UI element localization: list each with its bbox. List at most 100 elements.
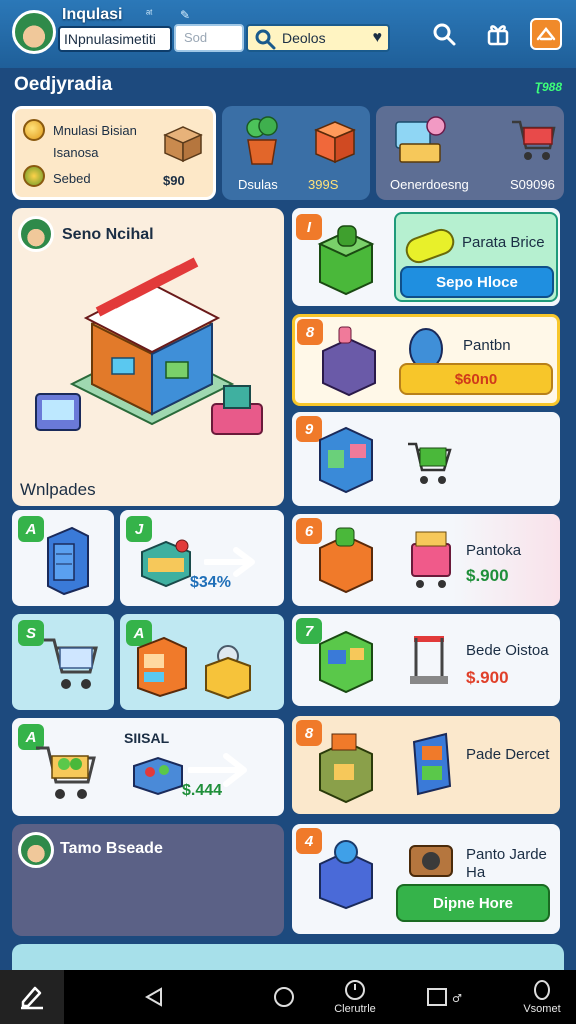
- oval-icon: [534, 980, 550, 1000]
- category-card-plants[interactable]: Dsulas 399S: [222, 106, 370, 200]
- shop-item[interactable]: 6 Pantoka $.900: [292, 514, 560, 606]
- summary-title: Mnulasi Bisian: [53, 123, 137, 138]
- cart-icon: [512, 120, 556, 160]
- category-value: S09096: [510, 177, 555, 192]
- cart-icon: [408, 442, 452, 484]
- item-card[interactable]: A: [120, 614, 284, 710]
- camera-icon: [409, 845, 453, 877]
- box-icon: [163, 126, 203, 163]
- shop-item[interactable]: 9: [292, 412, 560, 506]
- vending-icon: [137, 636, 187, 698]
- nav-clock[interactable]: Clerutrle: [322, 970, 388, 1024]
- category-label: Dsulas: [238, 177, 278, 192]
- blue-cabinet-icon: [319, 426, 373, 494]
- item-name: Pantbn: [463, 337, 511, 354]
- featured-button[interactable]: Sepo Hloce: [400, 266, 554, 298]
- shop-item[interactable]: 7 Bede Oistoa $.900: [292, 614, 560, 706]
- nav-recents[interactable]: ♂: [418, 970, 474, 1024]
- item-badge: A: [18, 516, 44, 542]
- search-input[interactable]: Sod: [174, 24, 244, 52]
- stall-icon: [141, 539, 191, 588]
- shop-item[interactable]: 8 Pantbn $60n0: [292, 314, 560, 406]
- nav-profile[interactable]: Vsomet: [514, 970, 570, 1024]
- shopkeeper-avatar: [18, 216, 54, 252]
- player-avatar[interactable]: [12, 10, 56, 54]
- recents-icon: ♂: [427, 988, 462, 1006]
- buy-button[interactable]: Dipne Hore: [396, 884, 550, 922]
- bottom-drawer-handle[interactable]: [12, 944, 564, 970]
- store-dropdown[interactable]: INpnulasimetiti: [58, 26, 172, 52]
- item-card-wide[interactable]: A SIISAL $.444: [12, 718, 284, 816]
- search-field[interactable]: Deolos ♥: [246, 24, 390, 52]
- gift-icon[interactable]: [482, 18, 514, 50]
- item-tag: SIISAL: [124, 730, 170, 746]
- coin-icon: [23, 119, 45, 141]
- bottom-left-title: Tamo Bseade: [60, 840, 163, 857]
- price-button[interactable]: $60n0: [399, 363, 553, 395]
- search-query: Deolos: [282, 30, 326, 46]
- orange-stand-icon: [319, 527, 373, 594]
- section-title: Oedjyradia: [14, 74, 113, 95]
- store-card[interactable]: Seno Ncihal Wnlpades: [12, 208, 284, 506]
- green-shelf-icon: [319, 630, 373, 694]
- nav-home[interactable]: [0, 970, 64, 1024]
- seed-icon: [23, 165, 45, 187]
- category-label: Oenerdoesng: [390, 177, 469, 192]
- item-name: Parata Brice: [462, 234, 545, 251]
- cart-icon: [44, 638, 98, 689]
- nav-label: Clerutrle: [334, 1003, 376, 1015]
- item-name: Panto Jarde Ha: [466, 846, 547, 881]
- item-price: $.900: [466, 566, 509, 585]
- search-icon: [254, 28, 276, 50]
- pencil-item-icon: [405, 228, 455, 264]
- category-card-general[interactable]: Oenerdoesng S09096: [376, 106, 564, 200]
- locker-icon: [47, 526, 89, 596]
- bottom-left-card[interactable]: Tamo Bseade: [12, 824, 284, 936]
- crate-icon: [205, 645, 251, 700]
- pink-cart-icon: [411, 531, 451, 588]
- svg-text:♂: ♂: [452, 992, 462, 1005]
- featured-panel: Parata Brice Sepo Hloce: [394, 212, 558, 302]
- top-bar: Inqulasi ᵃᵗ ✎ INpnulasimetiti Sod Deolos…: [0, 0, 576, 68]
- item-card[interactable]: S: [12, 614, 114, 710]
- summary-subtitle: Isanosa: [53, 145, 99, 160]
- store-building-icon: [35, 257, 263, 435]
- register-icon: [395, 116, 446, 163]
- plant-icon: [246, 116, 278, 165]
- player-stat: ᵃᵗ: [146, 8, 153, 20]
- item-name: Pantoka: [466, 542, 522, 559]
- edit-icon: [21, 986, 43, 1010]
- system-nav-bar: Clerutrle ♂ Vsomet: [0, 970, 576, 1024]
- green-block-icon: [317, 225, 375, 296]
- item-price: $.444: [182, 782, 223, 799]
- menu-icon[interactable]: [530, 18, 562, 50]
- summary-card[interactable]: Mnulasi Bisian Isanosa Sebed $90: [12, 106, 216, 200]
- home-circle-icon: [274, 987, 294, 1007]
- item-name: Pade Dercet: [466, 746, 550, 763]
- stand-icon: [410, 636, 448, 684]
- search-icon[interactable]: [428, 18, 460, 50]
- player-name: Inqulasi: [62, 6, 123, 23]
- section-badge: Ʈ988: [534, 80, 562, 94]
- category-value: 399S: [308, 177, 339, 192]
- item-card[interactable]: J $34%: [120, 510, 284, 606]
- counter-icon: [322, 326, 376, 397]
- store-title: Seno Ncihal: [62, 226, 154, 243]
- shop-item[interactable]: I Parata Brice Sepo Hloce: [292, 208, 560, 306]
- olive-kiosk-icon: [319, 733, 373, 804]
- globe-box-icon: [319, 840, 373, 910]
- vendor-avatar: [18, 832, 54, 868]
- clock-icon: [345, 980, 365, 1000]
- display-shelf-icon: [412, 732, 452, 796]
- summary-label: Sebed: [53, 171, 91, 186]
- shop-item[interactable]: 4 Panto Jarde Ha Dipne Hore: [292, 824, 560, 934]
- nav-back[interactable]: [132, 970, 176, 1024]
- produce-cart-icon: [36, 746, 96, 799]
- item-discount: $34%: [190, 574, 231, 591]
- back-icon: [144, 987, 162, 1007]
- basket-icon: [133, 756, 183, 796]
- shop-item[interactable]: 8 Pade Dercet: [292, 716, 560, 814]
- nav-home-button[interactable]: [262, 970, 306, 1024]
- heart-icon[interactable]: ♥: [373, 29, 383, 47]
- item-card[interactable]: A: [12, 510, 114, 606]
